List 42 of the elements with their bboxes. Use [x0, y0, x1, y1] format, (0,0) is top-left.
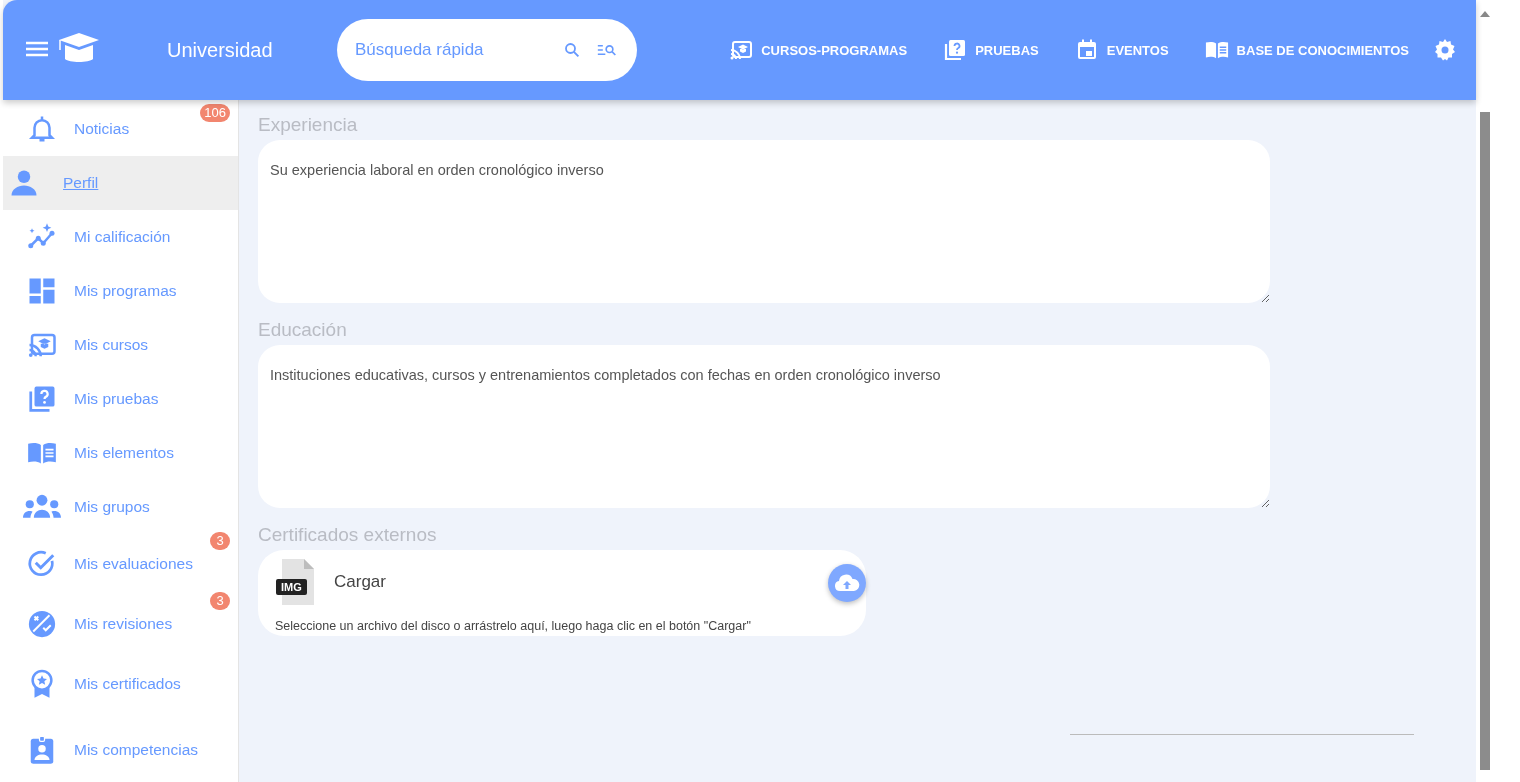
search-button[interactable] [563, 41, 581, 59]
sidebar-item[interactable]: Perfil [3, 156, 238, 210]
upload-button[interactable]: Cargar [334, 572, 386, 592]
settings-button[interactable] [1433, 38, 1457, 62]
nav-link[interactable]: EVENTOS [1074, 38, 1169, 62]
text-area[interactable]: Su experiencia laboral en orden cronológico inverso [258, 140, 1270, 303]
question-cards-icon [943, 38, 968, 62]
person-icon [9, 168, 39, 198]
check-circle-icon [27, 549, 57, 579]
menu-icon [25, 40, 49, 58]
upload-hint: Seleccione un archivo del disco o arrástrelo aquí, luego haga clic en el botón "Cargar" [275, 619, 752, 633]
sidebar-item[interactable]: Mi calificación [3, 210, 238, 264]
sidebar-item[interactable]: Mis pruebas [3, 372, 238, 426]
question-cards-icon [27, 384, 57, 414]
sidebar-item[interactable]: Noticias 106 [3, 102, 238, 156]
count-badge: 3 [210, 532, 230, 550]
count-badge: 3 [210, 592, 230, 610]
cast-classroom-icon [729, 38, 754, 62]
sidebar-item[interactable]: Mis competencias [3, 714, 238, 782]
sidebar-item[interactable]: Mis elementos [3, 426, 238, 480]
sidebar-item[interactable]: Mis grupos [3, 480, 238, 534]
sidebar-item[interactable]: Mis programas [3, 264, 238, 318]
list-search-icon [597, 43, 617, 57]
text-area[interactable]: Instituciones educativas, cursos y entrenamientos completados con fechas en orden cronológico inverso [258, 345, 1270, 508]
nav-link[interactable]: PRUEBAS [943, 38, 1039, 62]
sidebar-item[interactable]: Mis revisiones 3 [3, 594, 238, 654]
bell-icon [27, 114, 57, 144]
nav-link[interactable]: BASE DE CONOCIMIENTOS [1204, 38, 1409, 62]
app-title: Universidad [167, 38, 274, 62]
circle-cross-check-icon [27, 609, 57, 639]
count-badge: 106 [200, 104, 230, 122]
settings-icon [1433, 38, 1457, 62]
sidebar-item[interactable]: Mis evaluaciones 3 [3, 534, 238, 594]
file-type-label: IMG [276, 579, 307, 595]
nav-link[interactable]: CURSOS-PROGRAMAS [729, 38, 908, 62]
sidebar-item[interactable]: Mis cursos [3, 318, 238, 372]
search-icon [563, 41, 581, 59]
dashboard-icon [27, 276, 57, 306]
cloud-upload-button[interactable] [828, 564, 866, 602]
advanced-search-button[interactable] [597, 43, 617, 57]
sidebar-item[interactable]: Mis certificados [3, 654, 238, 714]
cloud-upload-icon [834, 574, 860, 592]
